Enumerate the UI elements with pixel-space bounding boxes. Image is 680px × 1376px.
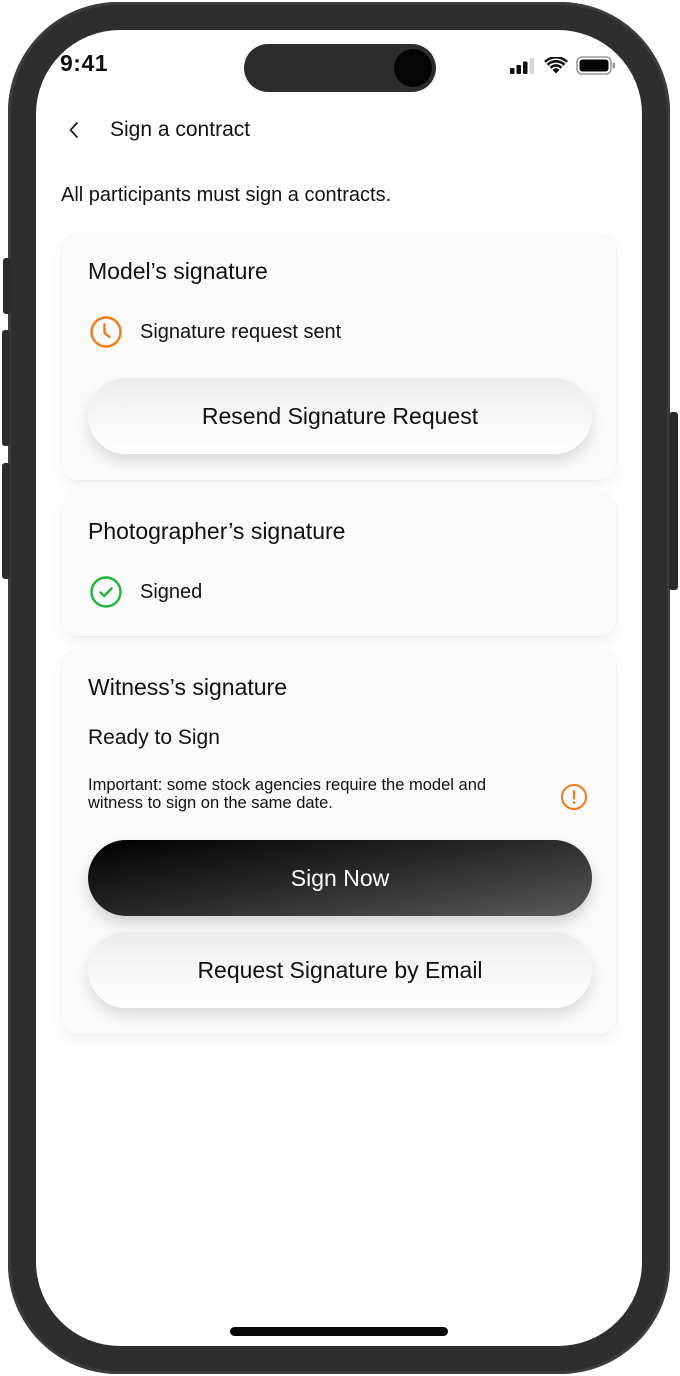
status-text: Signature request sent — [140, 320, 342, 343]
battery-icon — [576, 56, 615, 75]
volume-up-button — [2, 330, 10, 446]
card-title: Photographer’s signature — [88, 518, 346, 544]
status-row: Signed — [88, 574, 202, 610]
status-row: Signature request sent — [88, 314, 341, 350]
status-text: Ready to Sign — [88, 726, 220, 749]
chevron-left-icon — [69, 122, 78, 138]
important-note: Important: some stock agencies require t… — [88, 776, 487, 812]
card-title: Model’s signature — [88, 258, 268, 284]
alert-circle-icon — [561, 784, 587, 810]
sign-now-button[interactable]: Sign Now — [88, 840, 592, 916]
model-signature-card: Model’s signature Signature request sent… — [62, 234, 616, 480]
check-circle-icon — [88, 574, 124, 610]
screen: 9:41 Sign a contract All participants mu… — [36, 30, 642, 1346]
camera — [394, 49, 432, 87]
request-signature-by-email-button[interactable]: Request Signature by Email — [88, 932, 592, 1008]
volume-down-button — [2, 463, 10, 579]
home-indicator[interactable] — [230, 1327, 448, 1336]
status-text: Signed — [140, 580, 203, 603]
nav-header: Sign a contract — [60, 116, 250, 144]
mute-switch — [3, 258, 11, 314]
intro-text: All participants must sign a contracts. — [61, 184, 392, 206]
page-title: Sign a contract — [110, 118, 251, 141]
power-button — [669, 412, 678, 590]
cellular-signal-icon — [510, 57, 534, 74]
dynamic-island — [244, 44, 436, 92]
photographer-signature-card: Photographer’s signature Signed — [62, 494, 616, 636]
wifi-icon — [544, 57, 568, 74]
status-icons — [510, 56, 616, 75]
clock-icon — [88, 314, 124, 350]
card-title: Witness’s signature — [88, 674, 287, 700]
witness-signature-card: Witness’s signature Ready to Sign Import… — [62, 650, 616, 1034]
back-button[interactable] — [60, 116, 88, 144]
resend-signature-request-button[interactable]: Resend Signature Request — [88, 378, 592, 454]
status-time: 9:41 — [60, 50, 109, 76]
